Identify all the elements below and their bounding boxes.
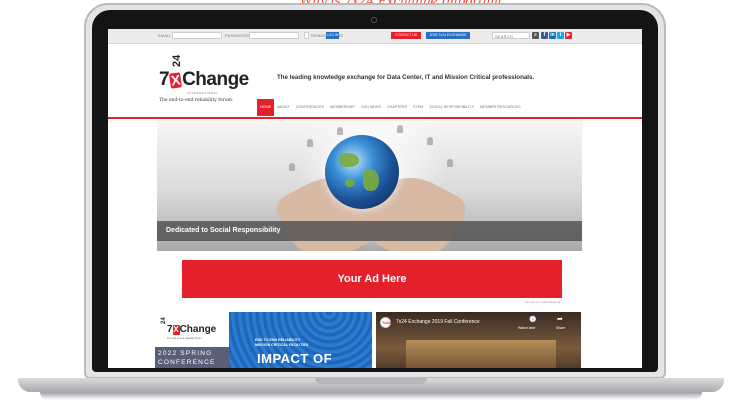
laptop-shadow: [40, 392, 702, 400]
hero-caption-bar: Dedicated to Social Responsibility: [157, 221, 582, 241]
globe-land: [345, 179, 355, 187]
join-button[interactable]: JOIN 7x24 EXCHANGE: [426, 32, 470, 39]
logo-wordmark: 7XChange: [159, 69, 249, 91]
promo-seven: 7: [167, 324, 173, 335]
linkedin-icon[interactable]: in: [549, 32, 556, 39]
twitter-icon[interactable]: t: [557, 32, 564, 39]
website-screen: EMAIL PASSWORD REMEMBER ME LOG IN CONTAC…: [108, 29, 642, 368]
video-thumbnail: [406, 340, 556, 368]
nav-item-membership[interactable]: MEMBERSHIP: [327, 99, 358, 116]
person-node-icon: [307, 139, 313, 147]
conference-promo[interactable]: 24 7XChange The end-to-end reliability f…: [155, 312, 372, 368]
nav-item-conferences[interactable]: CONFERENCES: [293, 99, 327, 116]
logo-seven: 7: [159, 69, 170, 90]
nav-item-stem[interactable]: STEM: [410, 99, 426, 116]
logo-24: 24: [171, 54, 183, 67]
hero-slider[interactable]: Dedicated to Social Responsibility: [157, 119, 582, 251]
video-title[interactable]: 7x24 Exchange 2019 Fall Conference: [396, 319, 480, 325]
logo-tagline: The end-to-end reliability forum.: [159, 98, 234, 103]
person-node-icon: [447, 159, 453, 167]
person-node-icon: [397, 125, 403, 133]
ad-banner[interactable]: Your Ad Here: [182, 260, 562, 298]
video-embed[interactable]: 7x24 7x24 Exchange 2019 Fall Conference …: [376, 312, 581, 368]
header-tagline: The leading knowledge exchange for Data …: [277, 74, 535, 81]
logo-international: INTERNATIONAL: [187, 91, 219, 95]
promo-24: 24: [161, 317, 167, 324]
login-button[interactable]: LOG IN: [326, 32, 339, 39]
logo-x: X: [169, 71, 183, 89]
promo-right-line1: END TO END RELIABILITY: [255, 338, 301, 342]
nav-item-member-resources[interactable]: MEMBER RESOURCES: [477, 99, 524, 116]
channel-avatar[interactable]: 7x24: [380, 317, 391, 328]
ad-small-link[interactable]: Advertise on 7x24exchange.org: [525, 301, 560, 304]
share-label[interactable]: Share: [556, 326, 565, 330]
email-field[interactable]: [172, 32, 222, 39]
promo-line1: 2022 SPRING: [158, 350, 213, 357]
channel-avatar-text: 7x24: [382, 320, 391, 325]
hero-caption: Dedicated to Social Responsibility: [166, 227, 281, 234]
email-label: EMAIL: [158, 33, 172, 38]
promo-right-line2: MISSION CRITICAL FACILITIES: [255, 343, 309, 347]
promo-change: Change: [179, 324, 217, 335]
search-input[interactable]: SEARCH: [492, 32, 530, 39]
person-node-icon: [337, 127, 343, 135]
top-utility-bar: EMAIL PASSWORD REMEMBER ME LOG IN CONTAC…: [108, 29, 642, 44]
person-node-icon: [289, 163, 295, 171]
password-field[interactable]: [249, 32, 299, 39]
clock-icon[interactable]: 🕓: [529, 316, 536, 323]
search-icon[interactable]: ⌕: [532, 32, 539, 39]
webcam-icon: [371, 17, 377, 23]
laptop-notch: [315, 378, 427, 384]
promo-line2: CONFERENCE: [158, 359, 216, 366]
promo-logo: 7XChange: [167, 324, 216, 335]
promo-subtitle: The end-to-end reliability forum.: [167, 337, 203, 340]
remember-checkbox[interactable]: [304, 32, 309, 39]
promo-impact: IMPACT OF: [257, 351, 333, 366]
globe-icon: [325, 135, 399, 209]
password-label: PASSWORD: [225, 33, 250, 38]
logo-change: Change: [182, 69, 249, 90]
nav-item-home[interactable]: HOME: [257, 99, 275, 116]
youtube-icon[interactable]: ▶: [565, 32, 572, 39]
contact-button[interactable]: CONTACT US: [391, 32, 421, 39]
nav-item-chapters[interactable]: CHAPTERS: [384, 99, 410, 116]
nav-item-social-responsibility[interactable]: SOCIAL RESPONSIBILITY: [426, 99, 477, 116]
search-placeholder: SEARCH: [495, 34, 513, 39]
nav-item-about[interactable]: ABOUT: [274, 99, 293, 116]
globe-land: [363, 169, 379, 191]
main-nav: HOME ABOUT CONFERENCES MEMBERSHIP 7x24 N…: [257, 99, 524, 116]
site-logo[interactable]: 24 7XChange INTERNATIONAL The end-to-end…: [157, 51, 257, 106]
promo-x: X: [172, 325, 180, 335]
watch-later-label[interactable]: Watch later: [518, 326, 536, 330]
nav-item-news[interactable]: 7x24 NEWS: [358, 99, 384, 116]
globe-land: [339, 153, 359, 167]
person-node-icon: [427, 137, 433, 145]
facebook-icon[interactable]: f: [541, 32, 548, 39]
share-icon[interactable]: ➦: [557, 315, 563, 323]
laptop-mockup: Why is 7x24 Exchange Important to Me? EM…: [0, 0, 742, 412]
